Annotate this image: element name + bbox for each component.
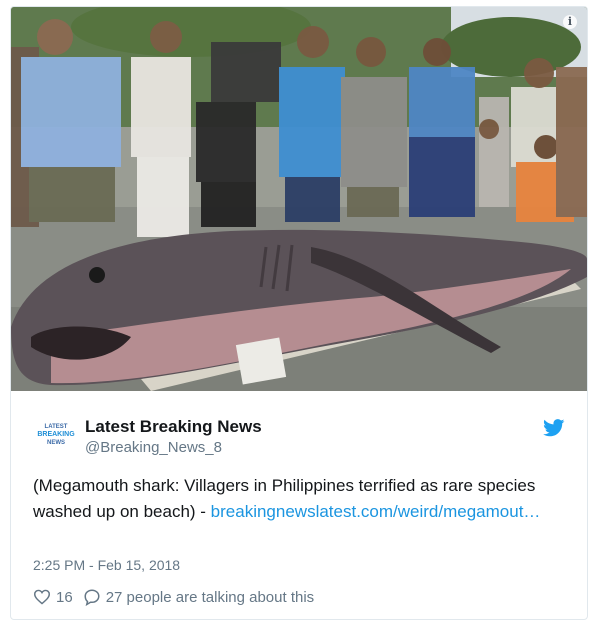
logo-line-1: LATEST (44, 424, 68, 430)
account-handle[interactable]: @Breaking_News_8 (85, 439, 222, 456)
tweet-body: LATEST BREAKING NEWS Latest Breaking New… (11, 391, 587, 619)
account-name[interactable]: Latest Breaking News (85, 417, 262, 437)
tweet-card[interactable]: i LATEST BREAKING NEWS Latest Breaking N… (10, 6, 588, 620)
heart-icon (33, 589, 51, 605)
like-count: 16 (56, 588, 73, 606)
tweet-photo[interactable]: i (11, 7, 587, 391)
tweet-actions: 16 27 people are talking about this (33, 587, 324, 607)
talking-text: 27 people are talking about this (105, 588, 315, 606)
avatar-logo[interactable]: LATEST BREAKING NEWS (33, 423, 79, 453)
info-icon[interactable]: i (563, 15, 577, 29)
logo-line-2: BREAKING (37, 431, 75, 438)
like-button[interactable]: 16 (33, 589, 73, 606)
logo-line-3: NEWS (47, 440, 65, 446)
twitter-bird-icon[interactable] (543, 419, 565, 437)
tweet-timestamp[interactable]: 2:25 PM - Feb 15, 2018 (33, 557, 180, 573)
talking-link[interactable]: 27 people are talking about this (83, 588, 314, 606)
speech-bubble-icon (84, 589, 100, 606)
tweet-link[interactable]: breakingnewslatest.com/weird/megamout… (211, 502, 541, 521)
tweet-text: (Megamouth shark: Villagers in Philippin… (33, 473, 563, 525)
shark-photo (11, 7, 587, 391)
